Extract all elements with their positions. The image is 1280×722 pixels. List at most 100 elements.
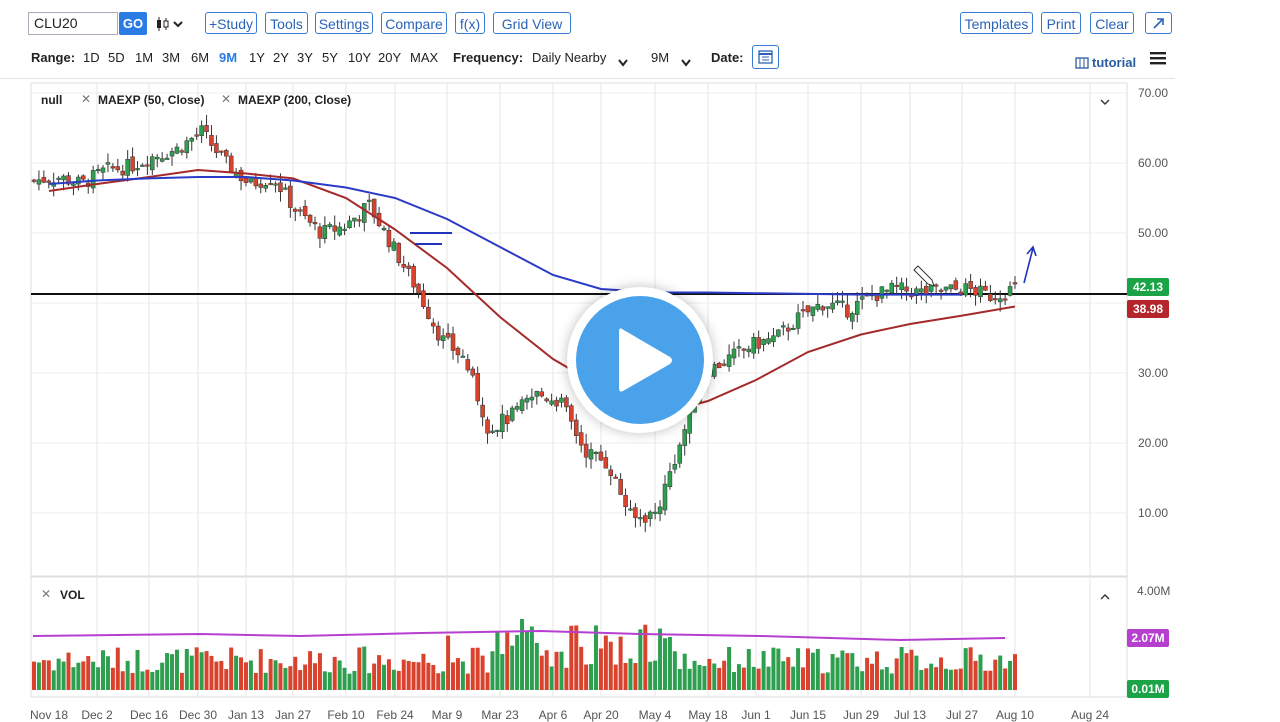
candle-body	[845, 304, 850, 318]
candle-body	[490, 430, 495, 433]
candle-body	[593, 451, 599, 454]
volume-bar	[189, 655, 194, 690]
candle-body	[628, 508, 633, 511]
volume-bar	[184, 648, 189, 690]
candle-body	[396, 243, 402, 264]
candle-body	[214, 143, 219, 154]
volume-bar	[860, 671, 865, 690]
volume-bar	[559, 651, 564, 690]
volume-bar	[879, 669, 884, 690]
candle-body	[623, 495, 628, 507]
volume-bar	[56, 658, 61, 690]
candle-body	[943, 286, 949, 291]
volume-bar	[219, 660, 224, 690]
volume-bar	[529, 626, 534, 690]
remove-volume-icon[interactable]: ✕	[41, 587, 51, 601]
volume-bar	[549, 666, 554, 690]
candle-body	[76, 176, 81, 185]
collapse-panel-icon[interactable]	[1099, 94, 1111, 112]
candle-body	[465, 359, 471, 371]
volume-bar	[451, 662, 456, 690]
candle-body	[835, 300, 840, 303]
volume-bar	[781, 661, 786, 690]
candle-body	[460, 355, 466, 358]
volume-bar	[174, 649, 179, 690]
candle-body	[278, 182, 283, 192]
volume-bar	[771, 647, 776, 690]
volume-bar	[510, 645, 515, 690]
candle-body	[662, 483, 668, 511]
candle-body	[1002, 298, 1008, 301]
candle-body	[199, 125, 204, 136]
candle-body	[766, 338, 771, 344]
volume-bar	[41, 660, 46, 690]
candle-body	[657, 506, 663, 515]
candle-body	[495, 429, 500, 432]
candle-body	[406, 265, 411, 269]
volume-bar	[86, 656, 91, 690]
candle-body	[194, 134, 199, 137]
candle-body	[667, 471, 673, 487]
candle-body	[110, 166, 116, 169]
remove-ma200-icon[interactable]: ✕	[221, 92, 231, 106]
candle-body	[386, 229, 392, 248]
volume-bar	[396, 670, 401, 690]
candle-body	[618, 479, 623, 495]
volume-tick: 4.00M	[1137, 584, 1171, 598]
volume-bar	[248, 660, 253, 690]
volume-bar	[312, 663, 317, 690]
expand-panel-icon[interactable]	[1099, 589, 1111, 607]
volume-bar	[160, 662, 165, 690]
last-price-tag: 42.13	[1127, 278, 1169, 296]
volume-bar	[934, 667, 939, 690]
candle-body	[850, 313, 855, 322]
volume-bar	[145, 669, 150, 690]
volume-bar	[441, 671, 446, 690]
volume-bar	[717, 667, 722, 690]
candle-body	[293, 208, 298, 212]
remove-ma50-icon[interactable]: ✕	[81, 92, 91, 106]
candle-body	[514, 406, 520, 410]
candle-body	[327, 224, 333, 227]
volume-bar	[490, 651, 495, 690]
volume-bar	[1008, 660, 1013, 690]
candle-body	[268, 183, 273, 186]
volume-bar	[736, 664, 741, 690]
volume-bar	[431, 664, 436, 690]
volume-bar	[953, 669, 958, 690]
volume-bar	[948, 669, 953, 690]
candle-body	[746, 348, 752, 353]
volume-bar	[1003, 668, 1008, 690]
volume-bar	[534, 642, 539, 690]
volume-bar	[110, 667, 115, 690]
candle-body	[105, 162, 111, 165]
volume-bar	[929, 663, 934, 690]
volume-bar	[968, 647, 973, 690]
volume-bar	[505, 632, 510, 690]
volume-bar	[579, 646, 584, 690]
volume-bar	[234, 655, 239, 690]
volume-bar	[840, 650, 845, 690]
volume-bar	[372, 663, 377, 690]
volume-bar	[406, 661, 411, 690]
candle-body	[263, 185, 268, 189]
volume-bar	[993, 659, 998, 690]
candle-body	[431, 322, 436, 327]
volume-bar	[386, 659, 391, 690]
volume-bar	[702, 666, 707, 690]
candle-body	[993, 298, 998, 301]
volume-last-tag: 0.01M	[1127, 680, 1169, 698]
candle-body	[283, 187, 288, 190]
volume-bar	[658, 628, 663, 690]
price-tick: 20.00	[1138, 436, 1169, 450]
play-button[interactable]	[567, 287, 713, 433]
volume-bar	[377, 655, 382, 690]
volume-bar	[229, 647, 234, 690]
candle-body	[731, 348, 737, 359]
volume-bar	[76, 662, 81, 690]
candle-body	[322, 225, 328, 239]
candle-body	[154, 156, 160, 160]
candle-body	[332, 225, 337, 232]
volume-bar	[263, 672, 268, 690]
volume-bar	[475, 647, 480, 690]
